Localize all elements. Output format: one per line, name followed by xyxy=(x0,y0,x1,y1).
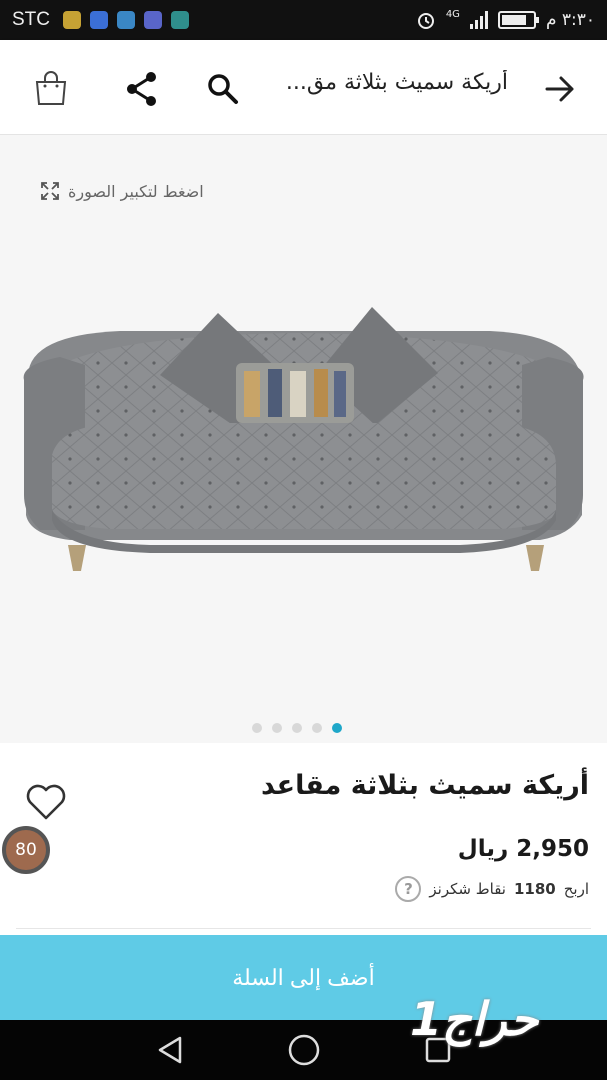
watermark-logo: حراج1 xyxy=(410,992,539,1046)
nav-back-icon[interactable] xyxy=(150,1032,190,1068)
product-image[interactable] xyxy=(0,135,607,743)
notification-app-icon xyxy=(144,11,162,29)
zoom-hint[interactable]: اضغط لتكبير الصورة xyxy=(40,181,204,201)
search-icon[interactable] xyxy=(202,68,244,110)
divider xyxy=(16,928,591,929)
zoom-hint-label: اضغط لتكبير الصورة xyxy=(68,181,204,201)
wishlist-button[interactable] xyxy=(24,782,68,826)
battery-icon xyxy=(497,11,539,29)
gallery-pagination xyxy=(252,723,342,733)
status-right: 4G ٣:٣٠ م xyxy=(416,8,595,30)
shopping-bag-icon[interactable] xyxy=(30,68,72,110)
share-icon[interactable] xyxy=(120,68,164,110)
status-bar: STC 4G ٣:٣٠ م xyxy=(0,0,607,40)
pagination-dot[interactable] xyxy=(272,723,282,733)
pagination-dot-active[interactable] xyxy=(332,723,342,733)
notification-app-icon xyxy=(117,11,135,29)
network-type: 4G xyxy=(445,8,460,20)
location-icon xyxy=(90,11,108,29)
product-title: أريكة سميث بثلاثة مقاعد xyxy=(261,770,589,801)
score-badge: 80 xyxy=(2,826,50,874)
clock: ٣:٣٠ م xyxy=(545,10,595,30)
nav-home-icon[interactable] xyxy=(284,1032,324,1068)
heart-icon xyxy=(26,784,66,820)
alarm-icon xyxy=(417,13,434,29)
app-bar: أريكة سميث بثلاثة مق... xyxy=(0,40,607,135)
pagination-dot[interactable] xyxy=(312,723,322,733)
points-prefix: اربح xyxy=(563,880,589,898)
help-icon[interactable]: ? xyxy=(395,876,422,902)
product-price: 2,950 ريال xyxy=(457,836,589,862)
expand-icon xyxy=(41,182,59,200)
points-value: 1180 xyxy=(513,880,556,898)
back-arrow-icon[interactable] xyxy=(538,68,582,110)
page-title: أريكة سميث بثلاثة مق... xyxy=(285,70,508,95)
notification-app-icon xyxy=(63,11,81,29)
status-left: STC xyxy=(12,9,189,31)
points-suffix: نقاط شكرنز xyxy=(429,880,506,898)
gallery-icon xyxy=(171,11,189,29)
carrier-label: STC xyxy=(12,9,50,30)
pagination-dot[interactable] xyxy=(292,723,302,733)
signal-icon xyxy=(469,11,488,29)
reward-points: اربح 1180 نقاط شكرنز ? xyxy=(395,876,589,902)
pagination-dot[interactable] xyxy=(252,723,262,733)
product-image-gallery[interactable] xyxy=(0,135,607,743)
